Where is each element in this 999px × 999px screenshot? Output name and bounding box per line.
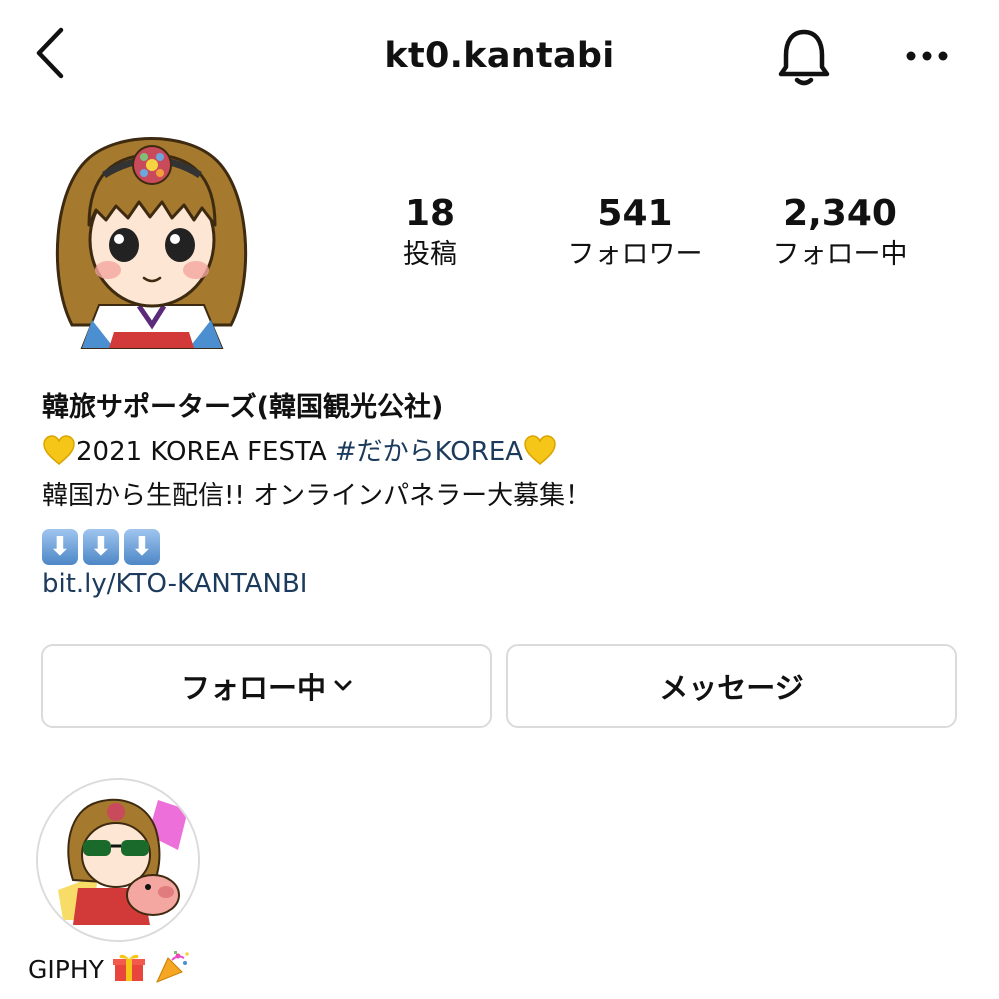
profile-username: kt0.kantabi — [384, 36, 615, 76]
followers-count: 541 — [597, 193, 673, 234]
message-button-label: メッセージ — [659, 671, 804, 705]
following-stat[interactable]: 2,340 フォロー中 — [740, 192, 940, 272]
notifications-button[interactable] — [770, 24, 838, 90]
down-arrow-icon: ⬇ — [42, 529, 78, 565]
cartoon-girl-avatar — [55, 137, 248, 349]
bio-festa-text: 2021 KOREA FESTA — [76, 437, 335, 467]
more-options-button[interactable] — [892, 36, 962, 76]
chevron-left-icon — [36, 27, 64, 79]
profile-bio: 韓旅サポーターズ(韓国観光公社) 2021 KOREA FESTA #だからKO… — [42, 386, 962, 606]
following-label: フォロー中 — [772, 239, 908, 271]
highlight-cover-image — [38, 780, 198, 940]
highlight-label-text: GIPHY — [28, 955, 104, 984]
highlight-label: GIPHY — [14, 950, 224, 984]
gift-icon — [112, 954, 145, 981]
following-count: 2,340 — [783, 193, 897, 234]
down-arrow-icon: ⬇ — [124, 529, 160, 565]
bio-line-festa: 2021 KOREA FESTA #だからKOREA — [42, 430, 962, 474]
yellow-heart-icon — [43, 435, 75, 465]
yellow-heart-icon — [524, 435, 556, 465]
following-button[interactable]: フォロー中 — [41, 644, 492, 728]
posts-stat[interactable]: 18 投稿 — [330, 192, 530, 272]
more-horizontal-icon — [906, 51, 948, 61]
back-button[interactable] — [22, 22, 78, 84]
down-arrow-icon: ⬇ — [83, 529, 119, 565]
following-button-label: フォロー中 — [180, 671, 326, 705]
party-popper-icon — [155, 951, 189, 983]
bio-external-link[interactable]: bit.ly/KTO-KANTANBI — [42, 562, 962, 606]
bell-icon — [778, 29, 830, 86]
profile-display-name: 韓旅サポーターズ(韓国観光公社) — [42, 392, 444, 423]
bio-line-recruit: 韓国から生配信!! オンラインパネラー大募集！ — [42, 481, 592, 511]
story-highlight[interactable] — [36, 778, 200, 942]
posts-count: 18 — [404, 193, 456, 234]
followers-label: フォロワー — [567, 239, 703, 271]
chevron-down-icon — [334, 680, 352, 691]
bio-hashtag-link[interactable]: #だからKOREA — [335, 437, 523, 467]
bio-arrows: ⬇ ⬇ ⬇ — [42, 518, 962, 565]
profile-avatar[interactable] — [44, 120, 259, 350]
posts-label: 投稿 — [403, 239, 457, 271]
followers-stat[interactable]: 541 フォロワー — [535, 192, 735, 272]
message-button[interactable]: メッセージ — [506, 644, 957, 728]
